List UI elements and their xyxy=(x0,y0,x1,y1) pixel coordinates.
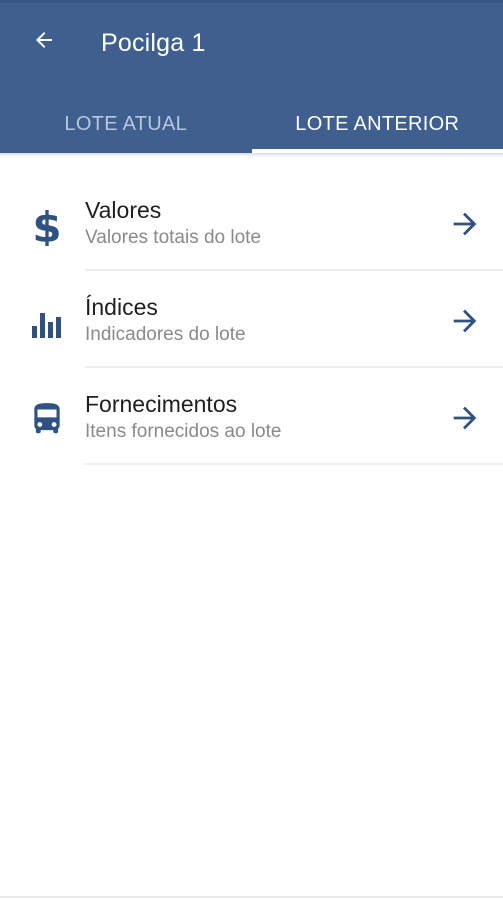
arrow-right-icon xyxy=(446,302,484,340)
arrow-left-icon xyxy=(32,28,56,57)
app-bar: Pocilga 1 LOTE ATUAL LOTE ANTERIOR xyxy=(0,0,503,153)
tab-bar: LOTE ATUAL LOTE ANTERIOR xyxy=(0,96,503,153)
menu-item-valores[interactable]: $ Valores Valores totais do lote xyxy=(0,174,503,271)
menu-item-title: Índices xyxy=(85,294,158,320)
app-bar-shadow xyxy=(0,153,503,157)
bottom-edge xyxy=(0,896,503,898)
menu-item-text: Índices Indicadores do lote xyxy=(85,293,425,348)
divider xyxy=(85,463,503,465)
menu-item-subtitle: Valores totais do lote xyxy=(85,227,262,248)
menu-item-text: Fornecimentos Itens fornecidos ao lote xyxy=(85,390,425,445)
bus-icon xyxy=(26,398,68,440)
tab-label: LOTE ATUAL xyxy=(64,113,188,135)
menu-item-indices[interactable]: Índices Indicadores do lote xyxy=(0,271,503,368)
menu-list: $ Valores Valores totais do lote Índices… xyxy=(0,174,503,465)
dollar-icon: $ xyxy=(26,204,68,246)
menu-item-subtitle: Indicadores do lote xyxy=(85,324,246,345)
tab-label: LOTE ANTERIOR xyxy=(295,113,460,135)
menu-item-text: Valores Valores totais do lote xyxy=(85,196,425,251)
menu-item-title: Valores xyxy=(85,197,162,223)
svg-text:$: $ xyxy=(32,204,61,246)
menu-item-title: Fornecimentos xyxy=(85,391,238,417)
arrow-right-icon xyxy=(446,399,484,437)
page-title: Pocilga 1 xyxy=(101,29,206,57)
menu-item-subtitle: Itens fornecidos ao lote xyxy=(85,421,282,442)
menu-item-fornecimentos[interactable]: Fornecimentos Itens fornecidos ao lote xyxy=(0,368,503,465)
status-bar-edge xyxy=(0,0,503,3)
tab-lote-anterior[interactable]: LOTE ANTERIOR xyxy=(251,96,503,153)
back-button[interactable] xyxy=(24,22,64,62)
bar-chart-icon xyxy=(26,301,68,343)
arrow-right-icon xyxy=(446,205,484,243)
app-screen: Pocilga 1 LOTE ATUAL LOTE ANTERIOR $ Val… xyxy=(0,0,503,900)
tab-lote-atual[interactable]: LOTE ATUAL xyxy=(0,96,252,153)
